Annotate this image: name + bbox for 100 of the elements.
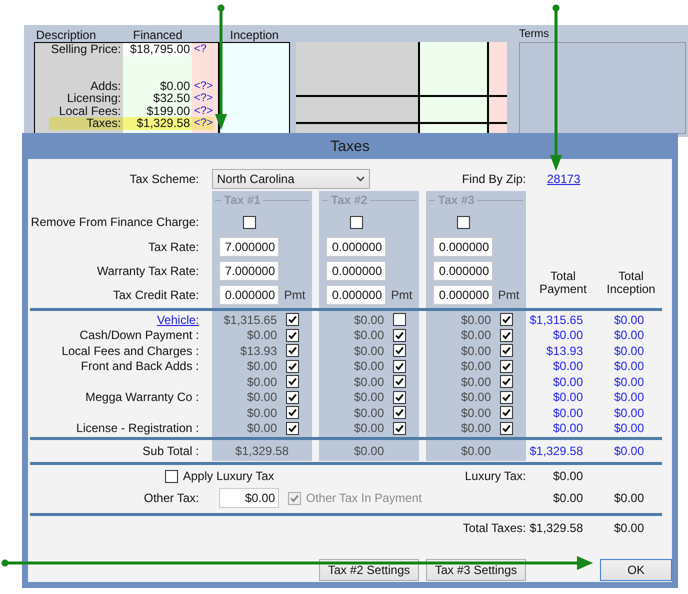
checkbox[interactable] <box>393 328 406 342</box>
field-label: Adds: <box>89 80 122 92</box>
checkbox[interactable] <box>286 375 299 388</box>
checkbox[interactable] <box>393 375 406 388</box>
checkbox[interactable] <box>286 328 299 342</box>
column-header: Financed <box>132 29 184 42</box>
field-label: Other Tax: <box>144 491 200 505</box>
table-cell <box>420 42 487 95</box>
unit-label: Pmt <box>391 288 412 302</box>
help-link[interactable]: <?> <box>192 104 214 117</box>
column-header: Total Payment <box>538 270 588 296</box>
checkbox[interactable] <box>500 360 513 373</box>
subtotal-value: $1,329.58 <box>235 444 289 458</box>
credit-rate-field[interactable]: 0.000000 <box>433 285 493 305</box>
tax-amount: $0.00 <box>246 374 277 389</box>
ok-button[interactable]: OK <box>600 559 672 581</box>
total-payment: $1,315.65 <box>530 312 584 327</box>
field-label: Luxury Tax: <box>464 469 526 483</box>
checkbox[interactable] <box>286 422 299 435</box>
total-payment: $0.00 <box>552 390 584 404</box>
warranty-rate-field[interactable]: 7.000000 <box>219 261 279 281</box>
help-link[interactable]: <?> <box>192 80 214 92</box>
row-label: Megga Warranty Co : <box>85 390 200 404</box>
luxury-tax-value: $0.00 <box>552 469 584 483</box>
checkbox[interactable] <box>393 360 406 373</box>
total-payment: $0.00 <box>552 374 584 389</box>
terms-label: Terms <box>519 28 550 42</box>
total-inception: $0.00 <box>614 444 645 458</box>
table-cell <box>489 42 507 95</box>
total-inception: $0.00 <box>614 328 645 342</box>
credit-rate-field[interactable]: 0.000000 <box>219 285 279 305</box>
checkbox[interactable] <box>286 360 299 373</box>
warranty-rate-field[interactable]: 0.000000 <box>433 261 493 281</box>
checkbox[interactable] <box>500 313 513 326</box>
tax-amount: $13.93 <box>239 344 277 358</box>
checkbox[interactable] <box>500 422 513 435</box>
checkbox[interactable] <box>165 470 178 482</box>
help-link[interactable]: <? <box>192 43 214 56</box>
checkbox[interactable] <box>457 216 470 228</box>
table-cell <box>420 97 487 122</box>
tax-rate-field[interactable]: 0.000000 <box>433 237 493 257</box>
total-inception: $0.00 <box>614 421 645 436</box>
checkbox-label: Apply Luxury Tax <box>183 469 274 483</box>
amount-field[interactable]: $32.50 <box>123 92 192 104</box>
amount-field[interactable]: $0.00 <box>123 80 192 92</box>
tax-amount: $0.00 <box>246 406 277 420</box>
checkbox[interactable] <box>500 375 513 388</box>
tax-amount: $0.00 <box>460 406 491 420</box>
vehicle-link[interactable]: Vehicle: <box>156 312 199 327</box>
help-link[interactable]: <?> <box>192 92 214 104</box>
warranty-rate-field[interactable]: 0.000000 <box>326 261 386 281</box>
checkbox[interactable] <box>500 390 513 404</box>
row-label: Sub Total : <box>142 444 200 458</box>
amount-field[interactable]: $199.00 <box>123 104 192 117</box>
tax-amount: $0.00 <box>246 328 277 342</box>
checkbox[interactable] <box>286 406 299 420</box>
credit-rate-field[interactable]: 0.000000 <box>326 285 386 305</box>
zip-link[interactable]: 28173 <box>547 172 580 186</box>
checkbox[interactable] <box>350 216 363 228</box>
tax-amount: $0.00 <box>352 328 384 342</box>
total-inception: $0.00 <box>614 359 645 374</box>
field-label: Warranty Tax Rate: <box>96 264 200 278</box>
tax-scheme-select[interactable]: North Carolina <box>212 168 370 188</box>
checkbox[interactable] <box>393 390 406 404</box>
checkbox[interactable] <box>286 344 299 358</box>
tax-amount: $0.00 <box>460 328 491 342</box>
tax-amount: $1,315.65 <box>222 312 277 327</box>
checkbox-label: Other Tax In Payment <box>306 491 422 505</box>
tax-rate-field[interactable]: 7.000000 <box>219 237 279 257</box>
checkbox[interactable] <box>393 422 406 435</box>
help-link[interactable]: <?> <box>192 117 214 130</box>
total-inception: $0.00 <box>614 374 645 389</box>
tax-rate-field[interactable]: 0.000000 <box>326 237 386 257</box>
checkbox[interactable] <box>286 390 299 404</box>
total-inception: $0.00 <box>614 312 645 327</box>
amount-field[interactable]: $18,795.00 <box>123 43 192 56</box>
tax-amount: $0.00 <box>352 421 384 436</box>
checkbox[interactable] <box>286 313 299 326</box>
chevron-down-icon <box>356 176 365 182</box>
tax-amount: $0.00 <box>246 421 277 436</box>
checkbox[interactable] <box>500 328 513 342</box>
field-label: Licensing: <box>66 92 122 104</box>
tax-amount: $0.00 <box>352 344 384 358</box>
checkbox[interactable] <box>393 344 406 358</box>
table-cell <box>489 97 507 122</box>
checkbox[interactable] <box>393 406 406 420</box>
total-payment: $1,329.58 <box>530 444 584 458</box>
total-payment: $0.00 <box>552 491 584 505</box>
tax-amount: $0.00 <box>352 359 384 374</box>
checkbox[interactable] <box>500 344 513 358</box>
checkbox[interactable] <box>243 216 256 228</box>
field-label: Tax Rate: <box>148 240 200 254</box>
checkbox[interactable] <box>393 313 406 326</box>
tax-amount: $0.00 <box>246 359 277 374</box>
row-label: License - Registration : <box>76 421 200 436</box>
field-label: Remove From Finance Charge: <box>30 215 200 229</box>
subtotal-value: $0.00 <box>460 444 492 458</box>
amount-field[interactable]: $1,329.58 <box>123 117 192 130</box>
checkbox[interactable] <box>500 406 513 420</box>
tax-amount: $0.00 <box>460 312 491 327</box>
